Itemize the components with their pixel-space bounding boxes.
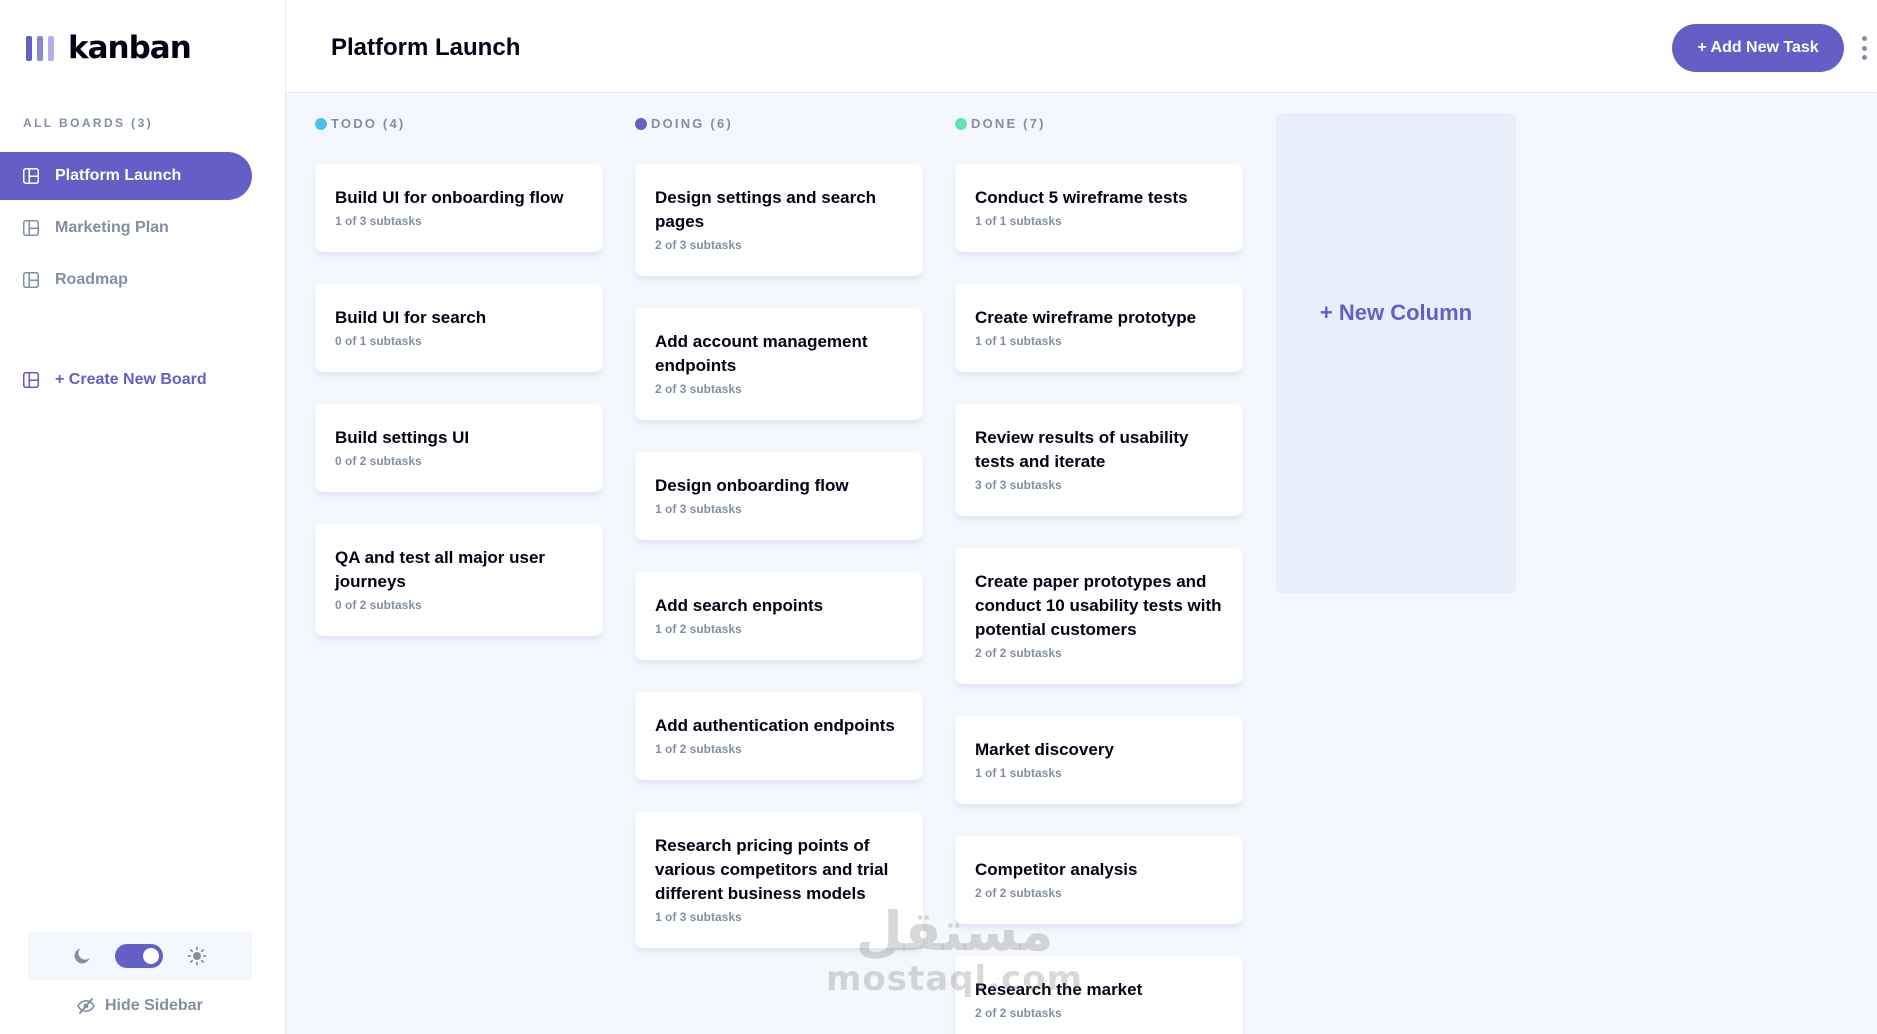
task-card[interactable]: Market discovery 1 of 1 subtasks [955, 716, 1243, 804]
sidebar: kanban ALL BOARDS (3) Platform Launch Ma… [0, 0, 286, 1034]
sidebar-item-label: Platform Launch [55, 167, 182, 184]
task-card[interactable]: Build UI for search 0 of 1 subtasks [315, 284, 603, 372]
task-title: Market discovery [975, 740, 1114, 759]
task-title: QA and test all major user journeys [335, 548, 546, 591]
column-title: DONE (7) [971, 116, 1046, 131]
task-subtasks: 1 of 1 subtasks [975, 214, 1062, 228]
task-card[interactable]: Research pricing points of various compe… [635, 812, 923, 948]
task-card[interactable]: Research the market 2 of 2 subtasks [955, 956, 1243, 1034]
task-title: Design settings and search pages [655, 188, 877, 231]
column-header: DOING (6) [635, 116, 733, 131]
task-subtasks: 1 of 2 subtasks [655, 622, 742, 636]
task-subtasks: 1 of 3 subtasks [655, 502, 742, 516]
board-icon [23, 220, 39, 236]
theme-switch[interactable] [115, 944, 163, 968]
sidebar-item-label: Marketing Plan [55, 219, 169, 236]
task-subtasks: 2 of 2 subtasks [975, 1006, 1062, 1020]
task-subtasks: 0 of 1 subtasks [335, 334, 422, 348]
task-subtasks: 1 of 3 subtasks [335, 214, 422, 228]
column-status-dot [955, 117, 967, 130]
task-card[interactable]: QA and test all major user journeys 0 of… [315, 524, 603, 636]
task-subtasks: 1 of 3 subtasks [655, 910, 742, 924]
task-card[interactable]: Add authentication endpoints 1 of 2 subt… [635, 692, 923, 780]
all-boards-heading: ALL BOARDS (3) [23, 116, 154, 130]
theme-toggle-panel [28, 932, 252, 980]
column-header: TODO (4) [315, 116, 405, 131]
theme-switch-knob [143, 948, 159, 964]
task-subtasks: 0 of 2 subtasks [335, 454, 422, 468]
sun-icon [187, 946, 207, 966]
task-card[interactable]: Review results of usability tests and it… [955, 404, 1243, 516]
new-column-button[interactable]: + New Column [1276, 113, 1516, 593]
task-title: Review results of usability tests and it… [975, 428, 1189, 471]
kanban-logo-icon [26, 35, 54, 61]
task-card[interactable]: Design settings and search pages 2 of 3 … [635, 164, 923, 276]
column-title: TODO (4) [331, 116, 406, 131]
column-status-dot [635, 117, 647, 130]
task-title: Create paper prototypes and conduct 10 u… [975, 572, 1222, 639]
task-title: Create wireframe prototype [975, 308, 1197, 327]
task-subtasks: 3 of 3 subtasks [975, 478, 1062, 492]
moon-icon [74, 948, 90, 964]
sidebar-item-marketing-plan[interactable]: Marketing Plan [0, 204, 252, 252]
board-icon [23, 272, 39, 288]
board-icon [23, 372, 39, 388]
task-card[interactable]: Build UI for onboarding flow 1 of 3 subt… [315, 164, 603, 252]
vertical-ellipsis-icon[interactable] [1859, 36, 1869, 60]
hide-sidebar-label: Hide Sidebar [105, 997, 203, 1014]
task-subtasks: 1 of 1 subtasks [975, 334, 1062, 348]
eye-slash-icon [77, 998, 95, 1014]
top-header: Platform Launch + Add New Task [286, 0, 1877, 93]
task-subtasks: 2 of 2 subtasks [975, 646, 1062, 660]
column-header: DONE (7) [955, 116, 1046, 131]
task-subtasks: 2 of 3 subtasks [655, 382, 742, 396]
task-subtasks: 1 of 2 subtasks [655, 742, 742, 756]
page-title: Platform Launch [331, 34, 521, 61]
board-icon [23, 168, 39, 184]
task-subtasks: 2 of 2 subtasks [975, 886, 1062, 900]
app-logo: kanban [26, 30, 192, 66]
task-title: Build settings UI [335, 428, 470, 447]
task-card[interactable]: Create wireframe prototype 1 of 1 subtas… [955, 284, 1243, 372]
column-title: DOING (6) [651, 116, 733, 131]
task-title: Research pricing points of various compe… [655, 836, 889, 903]
add-new-task-button[interactable]: + Add New Task [1672, 24, 1844, 72]
task-title: Add search enpoints [655, 596, 824, 615]
task-card[interactable]: Competitor analysis 2 of 2 subtasks [955, 836, 1243, 924]
column-status-dot [315, 117, 327, 130]
sidebar-item-label: Roadmap [55, 271, 128, 288]
task-card[interactable]: Design onboarding flow 1 of 3 subtasks [635, 452, 923, 540]
task-title: Design onboarding flow [655, 476, 849, 495]
task-card[interactable]: Add search enpoints 1 of 2 subtasks [635, 572, 923, 660]
app-name: kanban [68, 30, 192, 66]
task-card[interactable]: Add account management endpoints 2 of 3 … [635, 308, 923, 420]
sidebar-item-roadmap[interactable]: Roadmap [0, 256, 252, 304]
task-title: Build UI for search [335, 308, 487, 327]
task-card[interactable]: Build settings UI 0 of 2 subtasks [315, 404, 603, 492]
task-subtasks: 2 of 3 subtasks [655, 238, 742, 252]
task-title: Competitor analysis [975, 860, 1138, 879]
sidebar-item-platform-launch[interactable]: Platform Launch [0, 152, 252, 200]
task-card[interactable]: Conduct 5 wireframe tests 1 of 1 subtask… [955, 164, 1243, 252]
task-title: Build UI for onboarding flow [335, 188, 564, 207]
task-subtasks: 1 of 1 subtasks [975, 766, 1062, 780]
task-subtasks: 0 of 2 subtasks [335, 598, 422, 612]
create-new-board-label: + Create New Board [55, 371, 207, 388]
task-title: Add account management endpoints [655, 332, 868, 375]
board-list: Platform Launch Marketing Plan Roadmap +… [0, 152, 252, 408]
task-title: Research the market [975, 980, 1143, 999]
task-title: Add authentication endpoints [655, 716, 895, 735]
hide-sidebar-button[interactable]: Hide Sidebar [77, 997, 203, 1015]
create-new-board-button[interactable]: + Create New Board [0, 356, 252, 404]
task-card[interactable]: Create paper prototypes and conduct 10 u… [955, 548, 1243, 684]
board-canvas: TODO (4) Build UI for onboarding flow 1 … [286, 94, 1877, 1034]
task-title: Conduct 5 wireframe tests [975, 188, 1188, 207]
